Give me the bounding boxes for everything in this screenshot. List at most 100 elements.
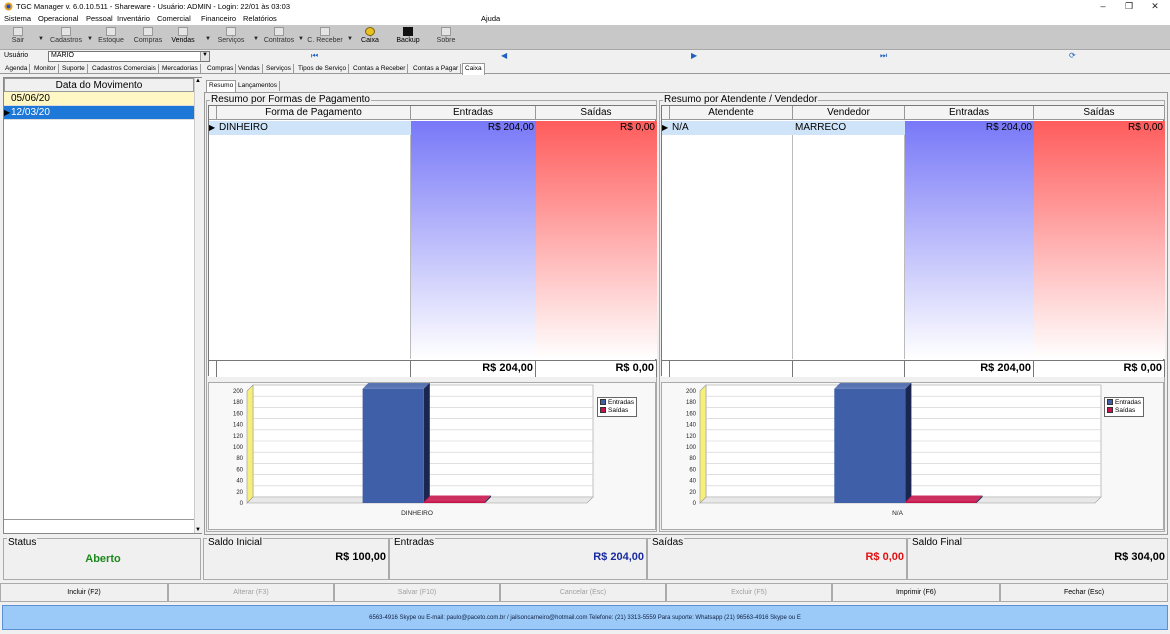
menu-comercial[interactable]: Comercial [157,14,191,23]
y-tick-label: 200 [233,389,244,395]
y-tick-label: 160 [233,411,244,417]
entradas-value: R$ 204,00 [593,551,644,563]
caixa-icon [365,27,375,36]
at-saidas-cell[interactable]: R$ 0,00 [1036,121,1163,135]
refresh-icon[interactable]: ⟳ [1069,51,1076,60]
date-list-footer [4,519,194,533]
close-button[interactable]: ✕ [1142,0,1168,12]
pag-forma-cell[interactable]: DINHEIRO [219,121,268,135]
contratos-button[interactable]: Contratos [263,26,295,49]
atendente-chart: Entradas Saídas 200 180 160 140 120 100 80 60 40… [661,382,1164,530]
col-entradas[interactable]: Entradas [905,106,1034,120]
alterar-button[interactable]: Alterar (F3) [168,583,334,602]
scroll-up-icon[interactable]: ▲ [195,78,201,84]
maximize-button[interactable]: ❐ [1116,0,1142,12]
contas-receber-button[interactable]: C. Receber [306,26,344,49]
chevron-down-icon[interactable]: ▼ [38,36,44,42]
menu-operacional[interactable]: Operacional [38,14,78,23]
minimize-button[interactable]: – [1090,0,1116,12]
tab-mercadorias[interactable]: Mercadorias [160,64,201,74]
col-saidas[interactable]: Saídas [536,106,657,120]
y-tick-label: 0 [240,501,244,507]
at-entradas-cell[interactable]: R$ 204,00 [907,121,1032,135]
compras-button[interactable]: Compras [133,26,163,49]
status-value: Aberto [85,553,121,565]
at-atendente-cell[interactable]: N/A [672,121,689,135]
chevron-down-icon[interactable]: ▼ [298,36,304,42]
tab-contas-receber[interactable]: Contas a Receber [351,64,409,74]
saldo-final-box: Saldo Final R$ 304,00 [907,537,1168,580]
totals-bar: Status Aberto Saldo Inicial R$ 100,00 En… [3,537,1169,580]
backup-button[interactable]: Backup [394,26,422,49]
pagamento-footer: R$ 204,00 R$ 0,00 [209,360,657,377]
sair-button[interactable]: Sair [8,26,28,49]
servicos-button[interactable]: Serviços [216,26,246,49]
pagamento-panel: Resumo por Formas de Pagamento Forma de … [206,94,657,532]
fechar-button[interactable]: Fechar (Esc) [1000,583,1168,602]
pag-entradas-cell[interactable]: R$ 204,00 [413,121,534,135]
saldo-inicial-label: Saldo Inicial [207,537,263,548]
atendente-footer: R$ 204,00 R$ 0,00 [662,360,1165,377]
list-item[interactable]: 05/06/20 [4,92,194,106]
col-forma[interactable]: Forma de Pagamento [217,106,411,120]
list-item[interactable]: ▶ 12/03/20 [4,106,194,120]
tab-servicos[interactable]: Serviços [264,64,294,74]
incluir-button[interactable]: Incluir (F2) [0,583,168,602]
menu-pessoal[interactable]: Pessoal [86,14,113,23]
tab-suporte[interactable]: Suporte [60,64,88,74]
scroll-down-icon[interactable]: ▼ [195,527,201,533]
next-record-icon[interactable]: ▶ [691,51,697,60]
first-record-icon[interactable]: ⏮ [311,51,318,61]
chevron-down-icon[interactable]: ▼ [200,52,209,61]
col-atendente[interactable]: Atendente [670,106,793,120]
excluir-button[interactable]: Excluir (F5) [666,583,832,602]
user-select[interactable]: MARIO ▼ [48,51,210,62]
chevron-down-icon[interactable]: ▼ [205,36,211,42]
col-entradas[interactable]: Entradas [411,106,536,120]
menu-sistema[interactable]: Sistema [4,14,31,23]
vendas-button[interactable]: Vendas [169,26,197,49]
caixa-button[interactable]: Caixa [358,26,382,49]
tab-agenda[interactable]: Agenda [3,64,31,74]
tab-contas-pagar[interactable]: Contas a Pagar [411,64,462,74]
last-record-icon[interactable]: ⏭ [880,51,887,61]
tab-vendas[interactable]: Vendas [236,64,263,74]
cancelar-button[interactable]: Cancelar (Esc) [500,583,666,602]
date-list-scrollbar[interactable]: ▲ ▼ [194,78,202,533]
salvar-button[interactable]: Salvar (F10) [334,583,500,602]
chevron-down-icon[interactable]: ▼ [87,36,93,42]
y-tick-label: 80 [236,456,243,462]
tab-cadastros-comerciais[interactable]: Cadastros Comerciais [90,64,159,74]
bar-top [834,383,912,389]
prev-record-icon[interactable]: ◀ [501,51,507,60]
chevron-down-icon[interactable]: ▼ [253,36,259,42]
at-vendedor-cell[interactable]: MARRECO [795,121,846,135]
menu-financeiro[interactable]: Financeiro [201,14,236,23]
user-label: Usuário [4,52,29,59]
y-tick-label: 20 [236,490,243,496]
support-status-bar: 6563-4916 Skype ou E-mail: paulo@paceto.… [2,605,1168,630]
toolbar: Sair ▼ Cadastros ▼ Estoque Compras Venda… [0,25,1170,50]
cadastros-button[interactable]: Cadastros [48,26,84,49]
tab-tipos-servico[interactable]: Tipos de Serviço [296,64,350,74]
tab-compras[interactable]: Compras [205,64,237,74]
chevron-down-icon[interactable]: ▼ [347,36,353,42]
menu-ajuda[interactable]: Ajuda [481,14,500,23]
bar-saídas [905,501,977,503]
tab-caixa[interactable]: Caixa [462,63,485,75]
estoque-button[interactable]: Estoque [96,26,126,49]
tab-monitor[interactable]: Monitor [32,64,59,74]
bar-entradas [362,388,424,503]
menu-inventario[interactable]: Inventário [117,14,150,23]
col-saidas[interactable]: Saídas [1034,106,1165,120]
imprimir-button[interactable]: Imprimir (F6) [832,583,1000,602]
row-pointer-icon: ▶ [209,123,216,132]
entradas-label: Entradas [393,537,436,548]
menu-relatorios[interactable]: Relatórios [243,14,277,23]
col-vendedor[interactable]: Vendedor [793,106,905,120]
title-bar: TGC Manager v. 6.0.10.511 - Shareware - … [0,0,1170,12]
pag-saidas-cell[interactable]: R$ 0,00 [538,121,655,135]
tab-lancamentos[interactable]: Lançamentos [236,81,281,91]
tab-resumo[interactable]: Resumo [206,80,237,92]
sobre-button[interactable]: Sobre [434,26,458,49]
